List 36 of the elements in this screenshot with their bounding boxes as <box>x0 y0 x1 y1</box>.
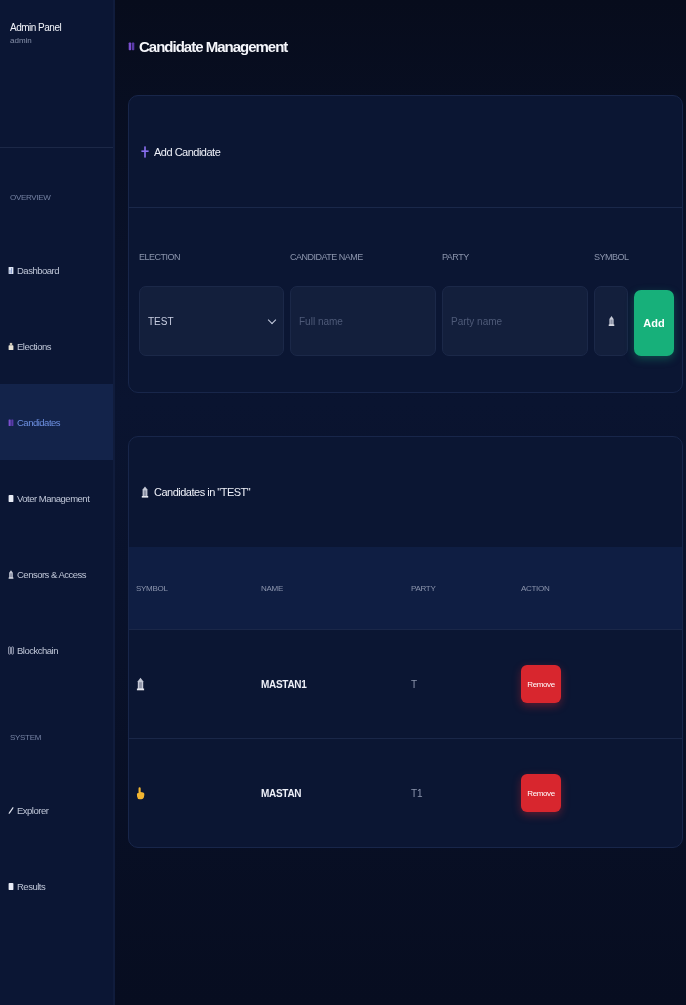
page-title: Candidate Management <box>139 37 288 55</box>
table-cell-text: MASTAN1 <box>261 678 308 690</box>
remove-button[interactable]: Remove <box>521 665 561 703</box>
column-header: SYMBOL <box>136 583 169 593</box>
section-heading: SYSTEM <box>9 732 43 744</box>
plus-icon <box>141 144 149 159</box>
sidebar-item[interactable]: Explorer <box>0 772 113 848</box>
panel-title: Admin Panel <box>10 22 63 33</box>
card-title: Candidates in "TEST" <box>154 486 251 498</box>
sidebar-item[interactable]: Censors & Access <box>0 536 113 612</box>
symbol-picker[interactable] <box>594 286 628 356</box>
tower-icon <box>607 314 615 328</box>
sidebar-item[interactable]: Blockchain <box>0 612 113 688</box>
table-cell-text: T1 <box>411 787 424 799</box>
sidebar-item[interactable]: Dashboard <box>0 232 113 308</box>
table-cell-text: T <box>411 678 419 690</box>
election-dropdown[interactable]: TEST <box>139 286 284 356</box>
input-field[interactable]: Party name <box>442 286 588 356</box>
field-label: PARTY <box>442 252 470 262</box>
section-heading: OVERVIEW <box>9 192 52 204</box>
table-cell-text: MASTAN <box>261 787 303 799</box>
user-name: admin <box>10 36 33 45</box>
column-header: PARTY <box>411 583 437 593</box>
field-label: SYMBOL <box>594 252 628 262</box>
field-label: CANDIDATE NAME <box>290 252 364 262</box>
sidebar-item[interactable]: Candidates <box>0 384 113 460</box>
chain-icon <box>8 643 14 657</box>
tower-icon <box>141 485 149 499</box>
column-header: NAME <box>261 583 284 593</box>
field-label: ELECTION <box>139 252 181 262</box>
sidebar-item[interactable]: Voter Management <box>0 460 113 536</box>
remove-button[interactable]: Remove <box>521 774 561 812</box>
sidebar-item[interactable]: Elections <box>0 308 113 384</box>
column-header: ACTION <box>521 583 551 593</box>
sidebar-item[interactable]: Results <box>0 848 113 924</box>
card-title: Add Candidate <box>154 145 221 158</box>
